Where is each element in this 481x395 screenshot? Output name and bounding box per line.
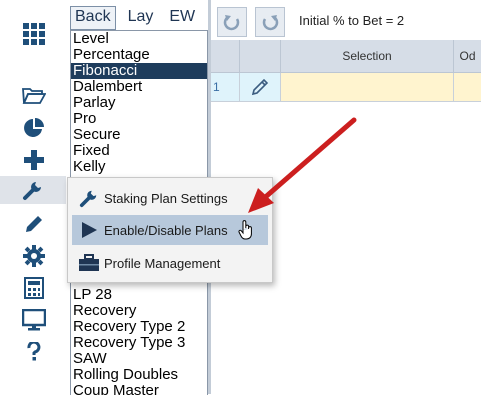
pencil-icon[interactable]	[12, 210, 56, 238]
toolbar: Initial % to Bet = 2	[211, 0, 481, 40]
redo-button[interactable]	[255, 7, 285, 37]
list-item[interactable]: Kelly	[71, 159, 207, 175]
apps-grid-icon[interactable]	[12, 20, 56, 48]
edit-row-button[interactable]	[240, 73, 281, 102]
briefcase-icon	[76, 254, 102, 272]
list-item[interactable]: LP 28	[71, 287, 207, 303]
menu-item-label: Profile Management	[104, 255, 221, 271]
rotate-left-icon	[223, 15, 240, 31]
menu-item-profile-management[interactable]: Profile Management	[72, 248, 268, 278]
list-item-selected[interactable]: Fibonacci	[71, 63, 207, 79]
list-item[interactable]: Percentage	[71, 47, 207, 63]
menu-item-enable-disable-plans[interactable]: Enable/Disable Plans	[72, 215, 268, 245]
gear-icon[interactable]	[12, 242, 56, 270]
left-sidebar	[0, 0, 66, 394]
grid-header-selection[interactable]: Selection	[281, 40, 454, 73]
list-item[interactable]: Dalembert	[71, 79, 207, 95]
menu-item-label: Enable/Disable Plans	[104, 222, 228, 238]
grid-header-rownum	[211, 40, 240, 73]
monitor-icon[interactable]	[12, 306, 56, 334]
odds-cell[interactable]	[454, 73, 481, 102]
grid-header-odds[interactable]: Od	[454, 40, 481, 73]
rotate-right-icon	[262, 15, 279, 31]
calculator-icon[interactable]	[12, 274, 56, 302]
selection-grid: Selection Od 1	[211, 40, 481, 102]
play-triangle-icon	[76, 221, 102, 239]
list-item[interactable]: SAW	[71, 351, 207, 367]
wrench-icon	[76, 188, 102, 208]
plus-icon[interactable]	[12, 146, 56, 174]
menu-item-label: Staking Plan Settings	[104, 190, 228, 206]
hand-cursor-icon	[238, 219, 254, 241]
list-item[interactable]: Recovery	[71, 303, 207, 319]
undo-button[interactable]	[217, 7, 247, 37]
menu-item-staking-plan-settings[interactable]: Staking Plan Settings	[72, 183, 268, 213]
tab-back[interactable]: Back	[70, 6, 116, 30]
plan-tabs: Back Lay EW	[70, 6, 207, 30]
pencil-icon	[251, 78, 269, 96]
wrench-icon[interactable]	[0, 176, 66, 204]
selection-cell[interactable]	[281, 73, 454, 102]
initial-bet-info: Initial % to Bet = 2	[299, 13, 405, 28]
help-icon[interactable]	[12, 338, 56, 366]
tab-lay[interactable]: Lay	[124, 6, 158, 28]
list-lower-items: LP 28 Recovery Recovery Type 2 Recovery …	[71, 287, 207, 395]
context-menu: Staking Plan Settings Enable/Disable Pla…	[67, 177, 273, 283]
list-item[interactable]: Recovery Type 3	[71, 335, 207, 351]
folder-open-icon[interactable]	[12, 82, 56, 110]
tab-ew[interactable]: EW	[165, 6, 199, 28]
list-item[interactable]: Pro	[71, 111, 207, 127]
list-item[interactable]: Parlay	[71, 95, 207, 111]
grid-row-number: 1	[211, 73, 240, 102]
grid-header-edit	[240, 40, 281, 73]
pie-chart-icon[interactable]	[12, 114, 56, 142]
list-item[interactable]: Recovery Type 2	[71, 319, 207, 335]
list-item[interactable]: Coup Master	[71, 383, 207, 395]
list-item[interactable]: Secure	[71, 127, 207, 143]
list-item[interactable]: Level	[71, 31, 207, 47]
list-item[interactable]: Fixed	[71, 143, 207, 159]
list-item[interactable]: Rolling Doubles	[71, 367, 207, 383]
